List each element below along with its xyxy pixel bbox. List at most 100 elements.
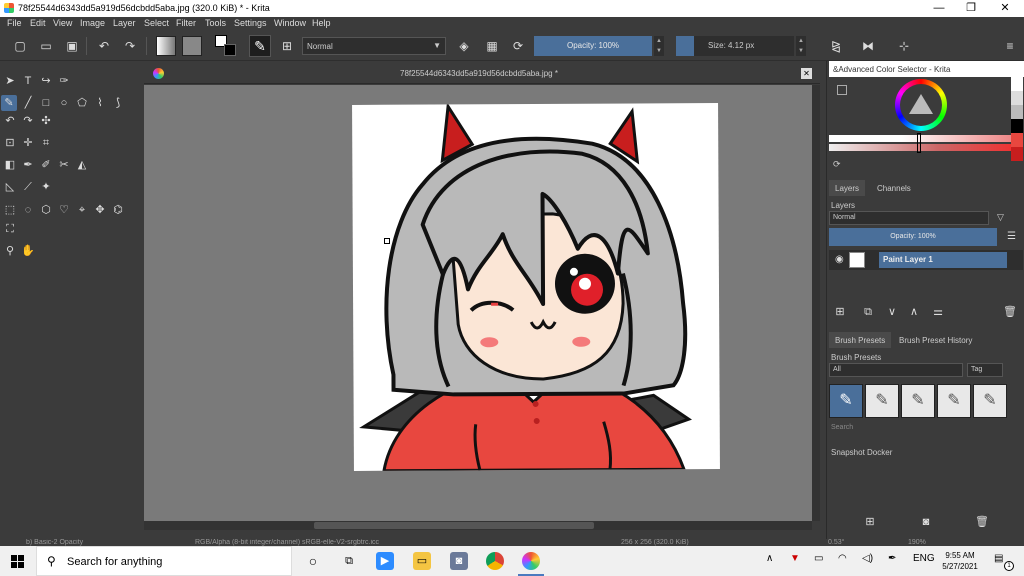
reload-preset-icon[interactable]: ⟳ [510, 38, 526, 54]
brush-search-input[interactable]: Search [829, 423, 1011, 435]
size-spin-buttons[interactable]: ▲ ▼ [796, 36, 806, 56]
camera-icon[interactable]: ◙ [919, 515, 933, 529]
menu-filter[interactable]: Filter [176, 18, 196, 28]
fg-bg-color-swatch[interactable] [215, 35, 239, 57]
contiguous-select-tool-icon[interactable]: ⌖ [74, 202, 90, 218]
status-rotation[interactable]: 0.53° [828, 539, 844, 546]
refresh-icon[interactable]: ⟳ [833, 159, 841, 170]
assistant-tool-icon[interactable]: ◺ [2, 179, 18, 195]
brush-editor-icon[interactable]: ⊞ [279, 38, 295, 54]
cortana-icon[interactable]: ○ [304, 552, 322, 570]
visibility-eye-icon[interactable]: ◉ [835, 254, 844, 265]
status-zoom[interactable]: 190% [908, 539, 926, 546]
edit-shapes-tool-icon[interactable]: ↪ [38, 73, 54, 89]
move-layer-down-icon[interactable]: ∨ [885, 305, 899, 319]
line-tool-icon[interactable]: ╱ [20, 95, 36, 111]
freehand-brush-tool-icon[interactable]: ✎ [1, 95, 17, 111]
snapshot-list[interactable] [829, 459, 1023, 511]
measure-tool-icon[interactable]: ⟋ [20, 179, 36, 195]
add-snapshot-icon[interactable]: ⊞ [863, 515, 877, 529]
menu-settings[interactable]: Settings [234, 18, 267, 28]
dynamic-brush-tool-icon[interactable]: ↷ [20, 113, 36, 129]
menu-layer[interactable]: Layer [113, 18, 136, 28]
fill-tool-icon[interactable]: ◭ [74, 157, 90, 173]
filter-icon[interactable]: ▽ [997, 212, 1004, 223]
open-document-icon[interactable]: ▭ [38, 38, 54, 54]
opacity-slider[interactable]: Opacity: 100% [534, 36, 652, 56]
swatch-black[interactable] [1011, 119, 1023, 133]
layer-blend-mode-dropdown[interactable]: Normal [829, 211, 989, 225]
polygon-tool-icon[interactable]: ⬠ [74, 95, 90, 111]
alpha-lock-icon[interactable]: ▦ [484, 38, 500, 54]
brush-preset-button[interactable]: ✎ [249, 35, 271, 57]
task-view-icon[interactable]: ⧉ [340, 552, 358, 570]
swatch-gray[interactable] [1011, 105, 1023, 119]
show-hidden-icons-chevron-icon[interactable]: ∧ [766, 553, 773, 564]
pattern-swatch[interactable] [182, 36, 202, 56]
eraser-icon[interactable]: ◈ [456, 38, 472, 54]
menu-view[interactable]: View [53, 18, 72, 28]
mirror-vertical-icon[interactable]: ⧓ [860, 38, 876, 54]
document-tab[interactable]: 78f25544d6343dd5a919d56dcbdd5aba.jpg * ✕ [144, 64, 820, 84]
menu-file[interactable]: File [7, 18, 22, 28]
brush-filter-dropdown[interactable]: All [829, 363, 963, 377]
wifi-icon[interactable]: ◠ [838, 553, 847, 564]
bezier-select-tool-icon[interactable]: ⌬ [110, 202, 126, 218]
tab-brush-presets[interactable]: Brush Presets [829, 332, 892, 348]
advanced-color-selector[interactable]: ⟳ [829, 77, 1024, 173]
delete-layer-icon[interactable]: 🗑 [1003, 305, 1017, 319]
brush-preset-1[interactable]: ✎ [829, 384, 863, 418]
pen-icon[interactable]: ✒ [888, 553, 896, 564]
layer-settings-icon[interactable]: ⚌ [931, 305, 945, 319]
similar-select-tool-icon[interactable]: ✥ [92, 202, 108, 218]
undo-icon[interactable]: ↶ [96, 38, 112, 54]
canvas-image[interactable] [352, 103, 720, 471]
select-shapes-tool-icon[interactable]: ➤ [2, 73, 18, 89]
pan-tool-icon[interactable]: ✋ [20, 243, 36, 259]
multibrush-tool-icon[interactable]: ✣ [38, 113, 54, 129]
size-slider[interactable]: Size: 4.12 px [676, 36, 794, 56]
opacity-spin-buttons[interactable]: ▲ ▼ [654, 36, 664, 56]
menu-select[interactable]: Select [144, 18, 169, 28]
gradient-swatch[interactable] [156, 36, 176, 56]
brush-preset-4[interactable]: ✎ [937, 384, 971, 418]
rectangle-tool-icon[interactable]: □ [38, 95, 54, 111]
menu-edit[interactable]: Edit [30, 18, 46, 28]
move-tool-icon[interactable]: ✛ [20, 135, 36, 151]
colorize-mask-tool-icon[interactable]: ✂ [56, 157, 72, 173]
calligraphy-tool-icon[interactable]: ✑ [56, 73, 72, 89]
tab-layers[interactable]: Layers [829, 180, 866, 196]
color-selector-settings-icon[interactable] [837, 85, 847, 95]
battery-icon[interactable]: ▭ [814, 553, 823, 564]
ellipse-select-tool-icon[interactable]: ◌ [20, 202, 36, 218]
polyline-tool-icon[interactable]: ⌇ [92, 95, 108, 111]
brush-preset-2[interactable]: ✎ [865, 384, 899, 418]
language-indicator[interactable]: ENG [913, 553, 935, 564]
wrap-around-icon[interactable]: ⊹ [896, 38, 912, 54]
layer-opacity-slider[interactable]: Opacity: 100% [829, 228, 997, 246]
tab-brush-preset-history[interactable]: Brush Preset History [893, 332, 978, 348]
color-picker-tool-icon[interactable]: ✒ [20, 157, 36, 173]
menu-tools[interactable]: Tools [205, 18, 226, 28]
tag-dropdown[interactable]: Tag [967, 363, 1003, 377]
rect-select-tool-icon[interactable]: ⬚ [2, 202, 18, 218]
new-document-icon[interactable]: ▢ [12, 38, 28, 54]
scrollbar-thumb[interactable] [314, 522, 594, 529]
redo-icon[interactable]: ↷ [122, 38, 138, 54]
gradient-tool-icon[interactable]: ◧ [2, 157, 18, 173]
tab-channels[interactable]: Channels [871, 180, 917, 196]
polygon-select-tool-icon[interactable]: ⬡ [38, 202, 54, 218]
taskbar-search-box[interactable]: ⚲ Search for anything [36, 546, 292, 576]
layer-name[interactable]: Paint Layer 1 [883, 255, 933, 264]
swatch-white[interactable] [1011, 77, 1023, 91]
magnetic-select-tool-icon[interactable]: ⛶ [2, 221, 18, 237]
chrome-icon[interactable] [486, 552, 504, 570]
background-color[interactable] [224, 44, 236, 56]
blend-mode-dropdown[interactable]: Normal ▼ [302, 37, 446, 55]
krita-taskbar-icon[interactable] [518, 552, 544, 576]
vivaldi-tray-icon[interactable]: ▼ [790, 553, 800, 564]
system-clock[interactable]: 9:55 AM 5/27/2021 [936, 550, 984, 572]
close-button[interactable]: ✕ [988, 0, 1022, 17]
maximize-button[interactable]: ❐ [954, 0, 988, 17]
transform-tool-icon[interactable]: ⊡ [2, 135, 18, 151]
